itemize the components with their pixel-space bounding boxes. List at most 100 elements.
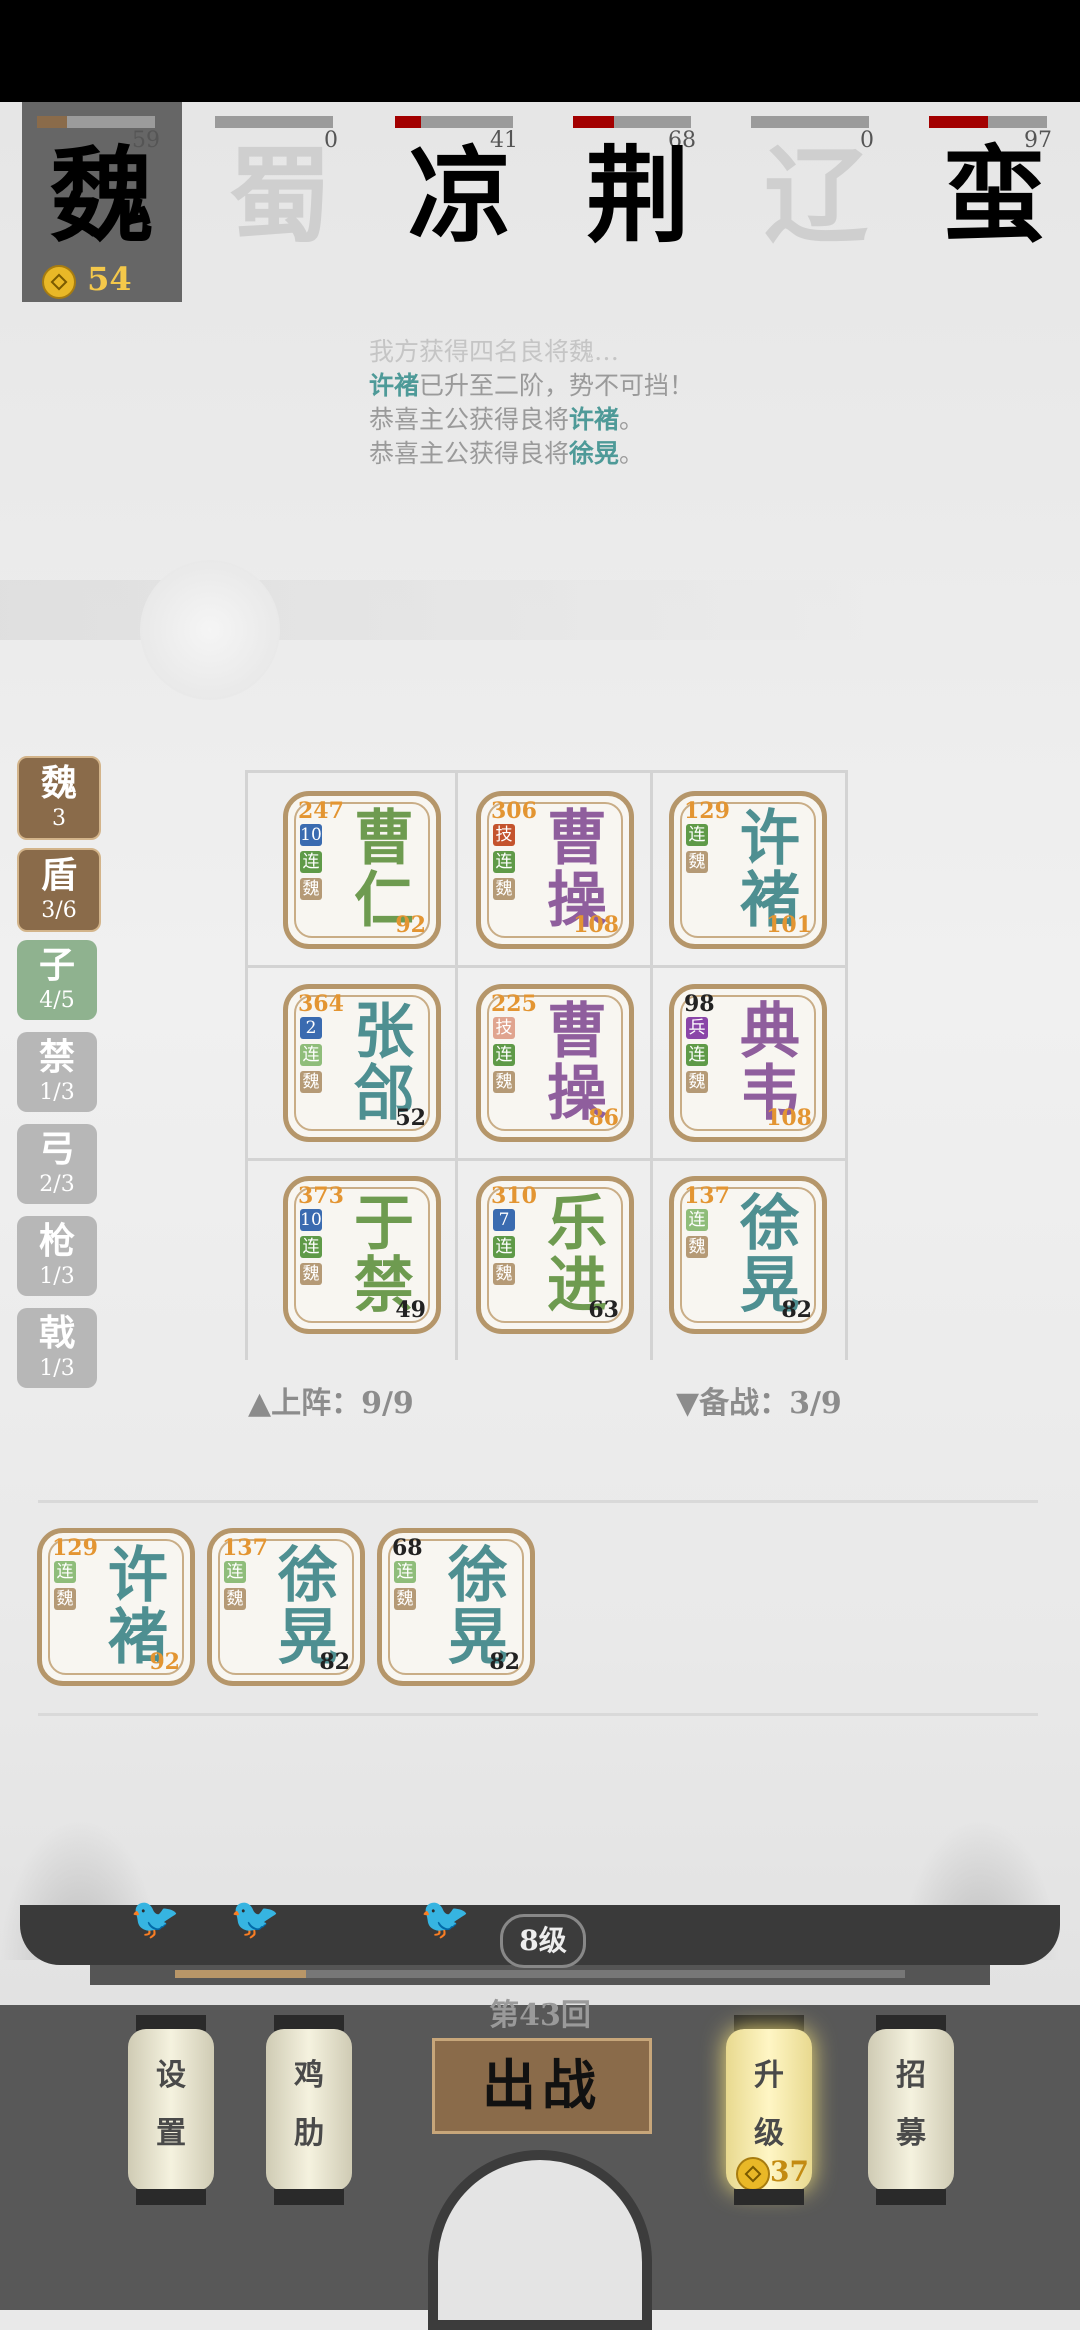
button-label: 募 [896,2116,926,2151]
hero-card[interactable]: 247 10 连魏曹仁 92 [283,791,441,949]
hero-tag: 魏 [493,1263,515,1285]
hero-tags: 2 连魏 [300,1017,322,1098]
hero-name-char: 徐 [278,1541,338,1611]
hero-card[interactable]: 310 7 连魏乐进 63 [476,1176,634,1334]
fight-button[interactable]: 出战 [432,2038,652,2134]
hero-name-char: 于 [354,1189,414,1259]
hero-name-highlight: 许褚 [369,371,420,400]
hero-tag: 魏 [394,1588,416,1610]
hero-card[interactable]: 137 连魏徐晃 82 [669,1176,827,1334]
log-line: 我方获得四名良将魏… [369,337,620,366]
faction-tab[interactable]: 97 蛮 [914,102,1074,302]
hero-power: 364 [298,991,344,1017]
grid-line [245,1158,845,1161]
hero-tag: 10 [300,824,322,846]
log-text: 恭喜主公获得良将 [369,405,570,434]
player-level-badge: 8级 [500,1914,586,1968]
trait-label: 盾 [40,854,77,896]
hero-tag: 魏 [686,1071,708,1093]
settings-button[interactable]: 设 置 [128,2015,214,2205]
log-text: 已升至二阶，势不可挡！ [419,371,695,400]
hero-power: 129 [52,1535,98,1561]
hero-power: 68 [392,1535,423,1561]
trait-count: 1/3 [39,1080,75,1105]
hero-level: 108 [766,1105,812,1131]
hero-level: 86 [588,1105,619,1131]
hero-level: 92 [149,1649,180,1675]
trait-count: 1/3 [39,1356,75,1381]
chicken-rib-button[interactable]: 鸡 肋 [266,2015,352,2205]
faction-progress-fill [37,116,67,128]
hero-card[interactable]: 68 连魏徐晃 82 [377,1528,535,1686]
hero-tag: 技 [493,824,515,846]
hero-card[interactable]: 373 10 连魏于禁 49 [283,1176,441,1334]
hero-tag: 魏 [493,878,515,900]
hero-tags: 连魏 [54,1561,76,1615]
trait-filter-item[interactable]: 戟 1/3 [17,1308,97,1388]
trait-count: 1/3 [39,1264,75,1289]
bird-icon: 🐦 [230,1896,280,1942]
hero-power: 137 [684,1183,730,1209]
faction-tab[interactable]: 68 荆 [558,102,718,302]
hero-tag: 连 [686,1209,708,1231]
trait-count: 3/6 [41,898,77,923]
recruit-button[interactable]: 招 募 [868,2015,954,2205]
hero-card[interactable]: 364 2 连魏张郃 52 [283,984,441,1142]
faction-glyph: 荆 [585,134,690,257]
hero-name-char: 许 [740,804,800,874]
lantern-cap [876,2189,946,2205]
button-label: 招 [896,2058,926,2093]
lantern-cap [734,2189,804,2205]
level-progress-bar [175,1970,905,1978]
hero-tag: 兵 [686,1017,708,1039]
hero-power: 225 [491,991,537,1017]
faction-tab[interactable]: 0蜀 [200,102,360,302]
faction-tab[interactable]: 41 凉 [380,102,540,302]
hero-tag: 连 [686,824,708,846]
hero-name-char: 曹 [547,997,607,1067]
trait-filter-item[interactable]: 子 4/5 [17,940,97,1020]
hero-tag: 连 [54,1561,76,1583]
button-label: 设 [156,2058,186,2093]
hero-card[interactable]: 129 连魏许褚 92 [37,1528,195,1686]
deployed-count: ▲上阵：9/9 [248,1386,414,1421]
grid-line [650,770,653,1360]
hero-card[interactable]: 129 连魏许褚 101 [669,791,827,949]
hero-card[interactable]: 98 兵连魏典韦 108 [669,984,827,1142]
hero-tag: 连 [224,1561,246,1583]
hero-name-char: 张 [354,997,414,1067]
faction-tab[interactable]: 0辽 [736,102,896,302]
hero-tags: 10 连魏 [300,1209,322,1290]
hero-name-char: 典 [740,997,800,1067]
hero-card[interactable]: 137 连魏徐晃 82 [207,1528,365,1686]
button-label: 鸡 [294,2058,324,2093]
hero-tag: 连 [300,1044,322,1066]
hero-tags: 兵连魏 [686,1017,708,1098]
hero-tag: 魏 [224,1588,246,1610]
hero-level: 82 [781,1297,812,1323]
hero-tag: 连 [300,1236,322,1258]
hero-name-highlight: 徐晃 [569,439,620,468]
faction-glyph: 蜀 [227,134,332,257]
moon-decoration [140,560,280,700]
trait-filter-item[interactable]: 盾 3/6 [17,848,101,932]
hero-name-char: 许 [108,1541,168,1611]
trait-filter-item[interactable]: 禁 1/3 [17,1032,97,1112]
log-text: 。 [619,405,645,434]
trait-filter-item[interactable]: 枪 1/3 [17,1216,97,1296]
battle-log: 我方获得四名良将魏… 许褚已升至二阶，势不可挡！ 恭喜主公获得良将许褚。 恭喜主… [369,335,694,471]
lantern-body: 招 募 [868,2029,954,2191]
upgrade-button[interactable]: 升 级 37 [726,2015,812,2205]
hero-tag: 连 [300,851,322,873]
log-text: 恭喜主公获得良将 [369,439,570,468]
hero-card[interactable]: 225 技连魏曹操 86 [476,984,634,1142]
faction-glyph: 辽 [763,134,868,257]
hero-tag: 魏 [686,1236,708,1258]
hero-card[interactable]: 306 技连魏曹操 108 [476,791,634,949]
hero-tag: 魏 [300,878,322,900]
trait-count: 3 [52,806,66,831]
faction-tab[interactable]: 59 魏 54 [22,102,182,302]
hero-level: 101 [766,912,812,938]
trait-filter-item[interactable]: 弓 2/3 [17,1124,97,1204]
trait-filter-item[interactable]: 魏3 [17,756,101,840]
